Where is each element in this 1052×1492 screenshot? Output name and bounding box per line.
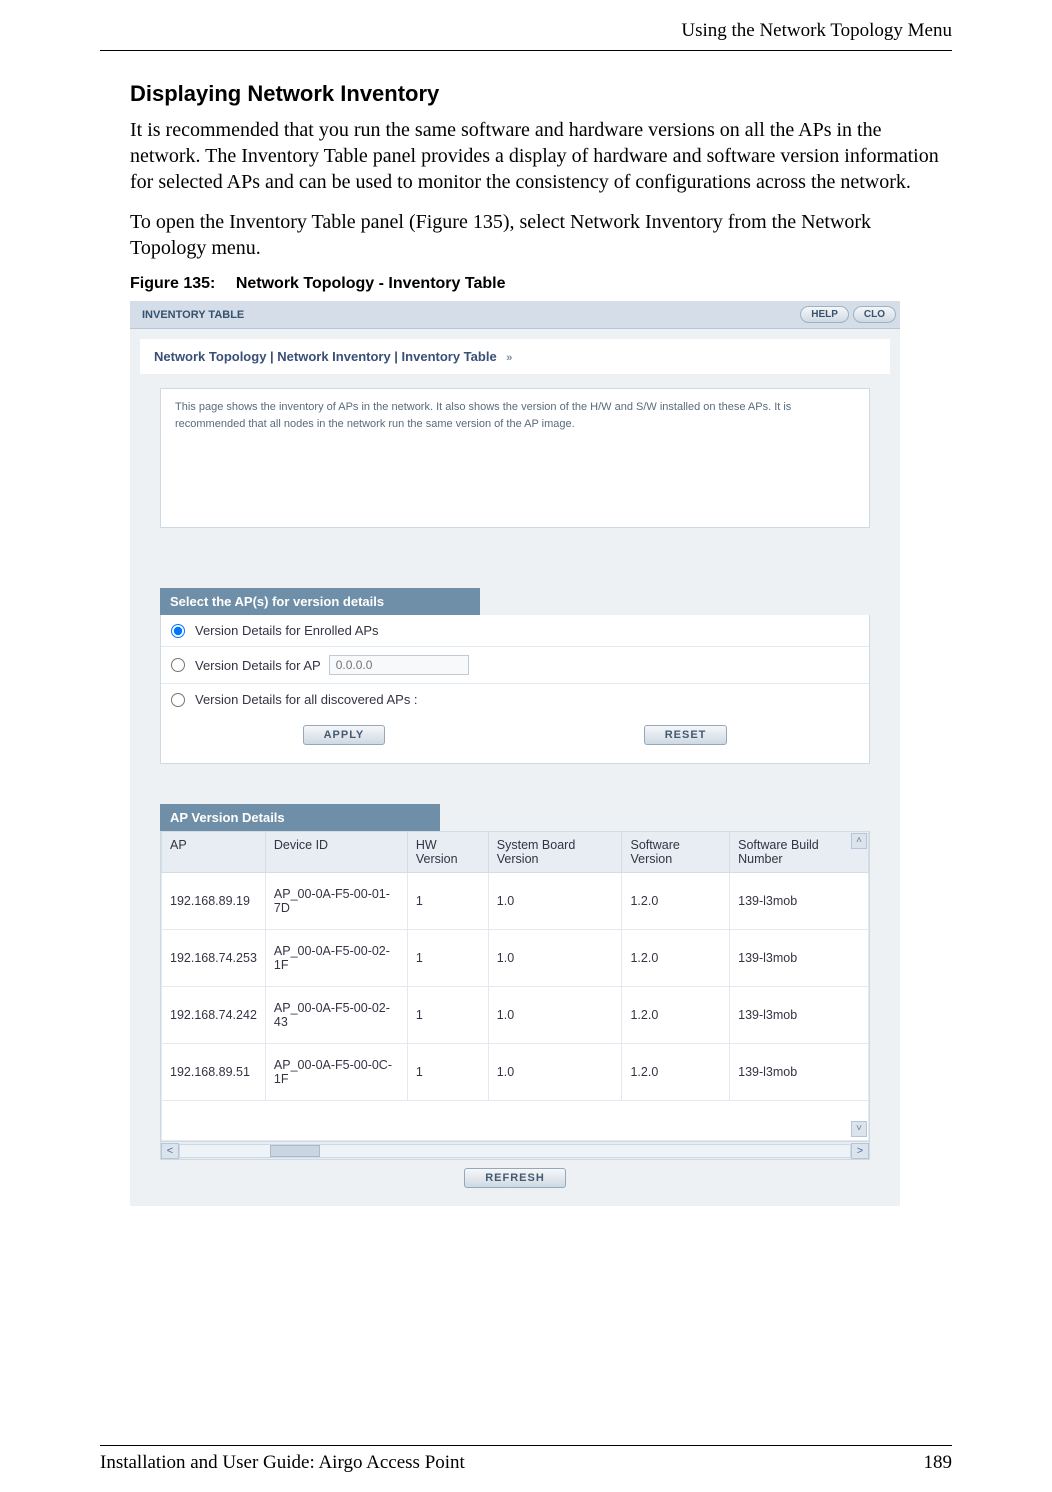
col-device-id: Device ID bbox=[265, 832, 407, 873]
cell-device-id: AP_00-0A-F5-00-02-1F bbox=[265, 930, 407, 987]
breadcrumb-text: Network Topology | Network Inventory | I… bbox=[154, 349, 497, 364]
radio-discovered-aps[interactable] bbox=[171, 693, 185, 707]
col-software-build-number: Software Build Number bbox=[730, 832, 869, 873]
ap-version-table: AP Device ID HW Version System Board Ver… bbox=[161, 831, 869, 1141]
cell-sw: 1.2.0 bbox=[622, 873, 730, 930]
cell-ap: 192.168.74.242 bbox=[162, 987, 266, 1044]
footer-doc-title: Installation and User Guide: Airgo Acces… bbox=[100, 1452, 465, 1474]
figure-title: Network Topology - Inventory Table bbox=[236, 275, 506, 292]
figure-caption: Figure 135: Network Topology - Inventory… bbox=[130, 275, 952, 293]
cell-sb: 1.0 bbox=[488, 1044, 622, 1101]
page-header: Using the Network Topology Menu bbox=[100, 20, 952, 51]
breadcrumb: Network Topology | Network Inventory | I… bbox=[140, 339, 890, 374]
section-title: Displaying Network Inventory bbox=[130, 81, 952, 107]
table-row: 192.168.74.242 AP_00-0A-F5-00-02-43 1 1.… bbox=[162, 987, 869, 1044]
scroll-right-icon[interactable]: > bbox=[851, 1143, 869, 1159]
figure-number: Figure 135: bbox=[130, 275, 215, 292]
cell-ap: 192.168.74.253 bbox=[162, 930, 266, 987]
cell-sw: 1.2.0 bbox=[622, 1044, 730, 1101]
inventory-panel-screenshot: INVENTORY TABLE HELP CLO Network Topolog… bbox=[130, 301, 900, 1206]
cell-device-id: AP_00-0A-F5-00-0C-1F bbox=[265, 1044, 407, 1101]
table-row: 192.168.74.253 AP_00-0A-F5-00-02-1F 1 1.… bbox=[162, 930, 869, 987]
scroll-left-icon[interactable]: < bbox=[161, 1143, 179, 1159]
cell-device-id: AP_00-0A-F5-00-01-7D bbox=[265, 873, 407, 930]
section-para-1: It is recommended that you run the same … bbox=[130, 117, 952, 195]
horizontal-scrollbar[interactable]: < > bbox=[161, 1141, 869, 1159]
table-row: 192.168.89.19 AP_00-0A-F5-00-01-7D 1 1.0… bbox=[162, 873, 869, 930]
col-ap: AP bbox=[162, 832, 266, 873]
panel-titlebar: INVENTORY TABLE HELP CLO bbox=[130, 301, 900, 329]
ap-version-band: AP Version Details bbox=[160, 804, 440, 831]
radio-enrolled-aps-label: Version Details for Enrolled APs bbox=[195, 623, 379, 638]
refresh-button[interactable]: REFRESH bbox=[464, 1168, 566, 1188]
radio-specific-ap[interactable] bbox=[171, 658, 185, 672]
table-row: 192.168.89.51 AP_00-0A-F5-00-0C-1F 1 1.0… bbox=[162, 1044, 869, 1101]
scroll-down-icon[interactable]: ˅ bbox=[851, 1121, 867, 1137]
ap-version-table-wrap: ˄ AP Device ID HW Version System Board V… bbox=[160, 831, 870, 1160]
cell-bn: 139-l3mob bbox=[730, 987, 869, 1044]
cell-hw: 1 bbox=[407, 987, 488, 1044]
cell-ap: 192.168.89.19 bbox=[162, 873, 266, 930]
radio-specific-ap-row[interactable]: Version Details for AP bbox=[161, 647, 869, 684]
ap-ip-input[interactable] bbox=[329, 655, 469, 675]
help-button[interactable]: HELP bbox=[800, 306, 849, 323]
radio-enrolled-aps-row[interactable]: Version Details for Enrolled APs bbox=[161, 615, 869, 647]
radio-discovered-aps-label: Version Details for all discovered APs : bbox=[195, 692, 418, 707]
cell-sb: 1.0 bbox=[488, 930, 622, 987]
radio-enrolled-aps[interactable] bbox=[171, 624, 185, 638]
table-header-row: AP Device ID HW Version System Board Ver… bbox=[162, 832, 869, 873]
cell-sb: 1.0 bbox=[488, 987, 622, 1044]
scroll-track[interactable] bbox=[179, 1144, 851, 1158]
close-button[interactable]: CLO bbox=[853, 306, 896, 323]
scroll-up-icon[interactable]: ˄ bbox=[851, 833, 867, 849]
col-hw-version: HW Version bbox=[407, 832, 488, 873]
cell-hw: 1 bbox=[407, 873, 488, 930]
cell-bn: 139-l3mob bbox=[730, 930, 869, 987]
cell-bn: 139-l3mob bbox=[730, 873, 869, 930]
table-row-empty bbox=[162, 1101, 869, 1141]
col-software-version: Software Version bbox=[622, 832, 730, 873]
col-system-board-version: System Board Version bbox=[488, 832, 622, 873]
cell-sw: 1.2.0 bbox=[622, 930, 730, 987]
radio-specific-ap-label: Version Details for AP bbox=[195, 658, 321, 673]
cell-hw: 1 bbox=[407, 930, 488, 987]
select-ap-form: Version Details for Enrolled APs Version… bbox=[160, 615, 870, 764]
select-ap-band: Select the AP(s) for version details bbox=[160, 588, 480, 615]
chevron-right-icon: » bbox=[506, 352, 512, 364]
cell-sb: 1.0 bbox=[488, 873, 622, 930]
panel-title: INVENTORY TABLE bbox=[130, 309, 800, 321]
page-footer: Installation and User Guide: Airgo Acces… bbox=[100, 1445, 952, 1474]
cell-ap: 192.168.89.51 bbox=[162, 1044, 266, 1101]
description-box: This page shows the inventory of APs in … bbox=[160, 388, 870, 528]
apply-button[interactable]: APPLY bbox=[303, 725, 386, 745]
cell-hw: 1 bbox=[407, 1044, 488, 1101]
footer-page-number: 189 bbox=[924, 1452, 953, 1474]
cell-sw: 1.2.0 bbox=[622, 987, 730, 1044]
cell-bn: 139-l3mob bbox=[730, 1044, 869, 1101]
header-section-title: Using the Network Topology Menu bbox=[681, 20, 952, 42]
cell-device-id: AP_00-0A-F5-00-02-43 bbox=[265, 987, 407, 1044]
radio-discovered-aps-row[interactable]: Version Details for all discovered APs : bbox=[161, 684, 869, 715]
scroll-thumb[interactable] bbox=[270, 1145, 320, 1157]
reset-button[interactable]: RESET bbox=[644, 725, 728, 745]
section-para-2: To open the Inventory Table panel (Figur… bbox=[130, 209, 952, 261]
